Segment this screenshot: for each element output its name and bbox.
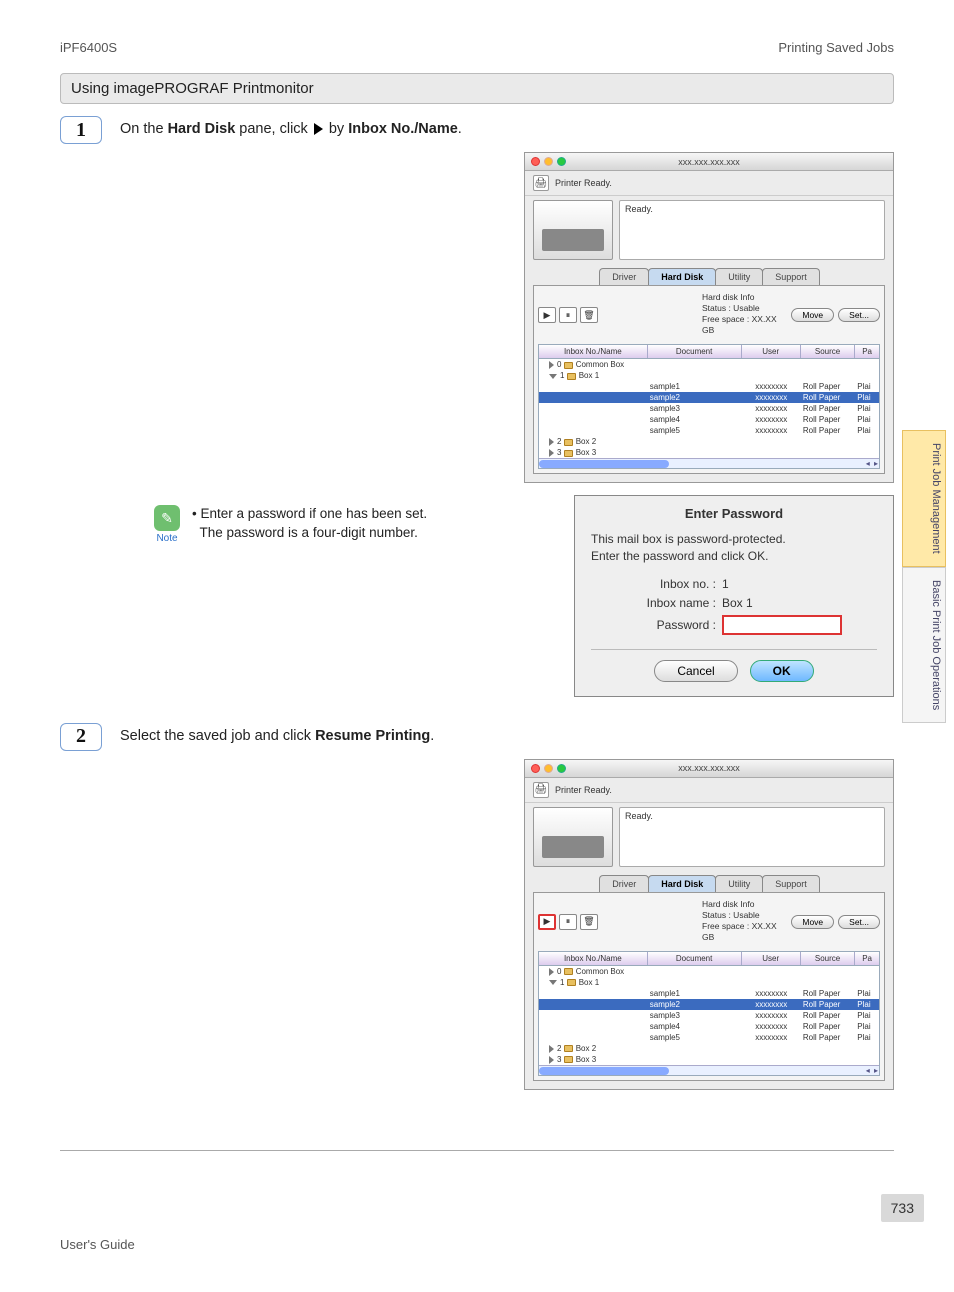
job-row: sample3xxxxxxxxRoll PaperPlai <box>539 1010 879 1021</box>
horizontal-scrollbar[interactable]: ◂ ▸ <box>539 1065 879 1075</box>
ok-button[interactable]: OK <box>750 660 814 682</box>
stop-button-icon[interactable]: ⏸ <box>559 914 577 930</box>
breadcrumb: Printing Saved Jobs <box>778 40 894 55</box>
tab-driver[interactable]: Driver <box>599 268 649 285</box>
printer-status-icon: 🖨 <box>533 175 549 191</box>
note-label: Note <box>152 533 182 544</box>
step-1-text: On the Hard Disk pane, click by Inbox No… <box>120 116 462 140</box>
resume-printing-button[interactable]: ▶ <box>538 914 556 930</box>
printer-image <box>533 807 613 867</box>
password-input[interactable] <box>722 615 842 635</box>
printer-status-icon: 🖨 <box>533 782 549 798</box>
note-icon: ✎ <box>154 505 180 531</box>
stop-button-icon[interactable]: ⏸ <box>559 307 577 323</box>
section-title: Using imagePROGRAF Printmonitor <box>60 73 894 104</box>
printer-image <box>533 200 613 260</box>
move-button[interactable]: Move <box>791 915 834 929</box>
job-row: sample4xxxxxxxxRoll PaperPlai <box>539 1021 879 1032</box>
printmonitor-window-2: xxx.xxx.xxx.xxx 🖨 Printer Ready. Ready. … <box>524 759 894 1090</box>
delete-button-icon[interactable]: 🗑 <box>580 307 598 323</box>
product-name: iPF6400S <box>60 40 117 55</box>
move-button[interactable]: Move <box>791 308 834 322</box>
cancel-button[interactable]: Cancel <box>654 660 737 682</box>
step-number-2: 2 <box>60 723 102 751</box>
page-number: 733 <box>881 1194 924 1222</box>
grid-header: Inbox No./Name Document User Source Pa <box>538 344 880 359</box>
status-textarea: Ready. <box>619 807 885 867</box>
set-button[interactable]: Set... <box>838 308 880 322</box>
resume-button-icon[interactable]: ▶ <box>538 307 556 323</box>
tab-utility[interactable]: Utility <box>715 268 763 285</box>
side-tab-basic-operations[interactable]: Basic Print Job Operations <box>902 567 946 723</box>
side-tab-print-job-management[interactable]: Print Job Management <box>902 430 946 567</box>
printer-ready-label: Printer Ready. <box>555 178 612 188</box>
tab-hard-disk[interactable]: Hard Disk <box>648 268 716 285</box>
window-title: xxx.xxx.xxx.xxx <box>525 157 893 167</box>
job-row: sample4xxxxxxxxRoll PaperPlai <box>539 414 879 425</box>
tab-utility[interactable]: Utility <box>715 875 763 892</box>
job-row: sample5xxxxxxxxRoll PaperPlai <box>539 425 879 436</box>
tab-hard-disk[interactable]: Hard Disk <box>648 875 716 892</box>
printmonitor-window: xxx.xxx.xxx.xxx 🖨 Printer Ready. Ready. … <box>524 152 894 483</box>
step-2-text: Select the saved job and click Resume Pr… <box>120 723 434 747</box>
note-text: Enter a password if one has been set. Th… <box>192 505 427 543</box>
job-row-selected: sample2xxxxxxxxRoll PaperPlai <box>539 999 879 1010</box>
job-row: sample5xxxxxxxxRoll PaperPlai <box>539 1032 879 1043</box>
horizontal-scrollbar[interactable]: ◂ ▸ <box>539 458 879 468</box>
job-row: sample1xxxxxxxxRoll PaperPlai <box>539 381 879 392</box>
dialog-message: This mail box is password-protected. Ent… <box>591 531 877 565</box>
grid-body[interactable]: 0 Common Box 1 Box 1 sample1xxxxxxxxRoll… <box>538 966 880 1076</box>
set-button[interactable]: Set... <box>838 915 880 929</box>
footer-guide: User's Guide <box>60 1237 135 1252</box>
window-title: xxx.xxx.xxx.xxx <box>525 763 893 773</box>
grid-body[interactable]: 0 Common Box 1 Box 1 sample1xxxxxxxxRoll… <box>538 359 880 469</box>
tab-driver[interactable]: Driver <box>599 875 649 892</box>
printer-ready-label: Printer Ready. <box>555 785 612 795</box>
hard-disk-info: Hard disk Info Status : Usable Free spac… <box>602 290 783 340</box>
grid-header: Inbox No./Name Document User Source Pa <box>538 951 880 966</box>
tab-support[interactable]: Support <box>762 875 820 892</box>
job-row-selected: sample2xxxxxxxxRoll PaperPlai <box>539 392 879 403</box>
delete-button-icon[interactable]: 🗑 <box>580 914 598 930</box>
job-row: sample1xxxxxxxxRoll PaperPlai <box>539 988 879 999</box>
tab-support[interactable]: Support <box>762 268 820 285</box>
triangle-icon <box>314 123 323 135</box>
status-textarea: Ready. <box>619 200 885 260</box>
step-number-1: 1 <box>60 116 102 144</box>
hard-disk-info: Hard disk Info Status : Usable Free spac… <box>602 897 783 947</box>
job-row: sample3xxxxxxxxRoll PaperPlai <box>539 403 879 414</box>
password-dialog: Enter Password This mail box is password… <box>574 495 894 697</box>
dialog-title: Enter Password <box>591 506 877 521</box>
